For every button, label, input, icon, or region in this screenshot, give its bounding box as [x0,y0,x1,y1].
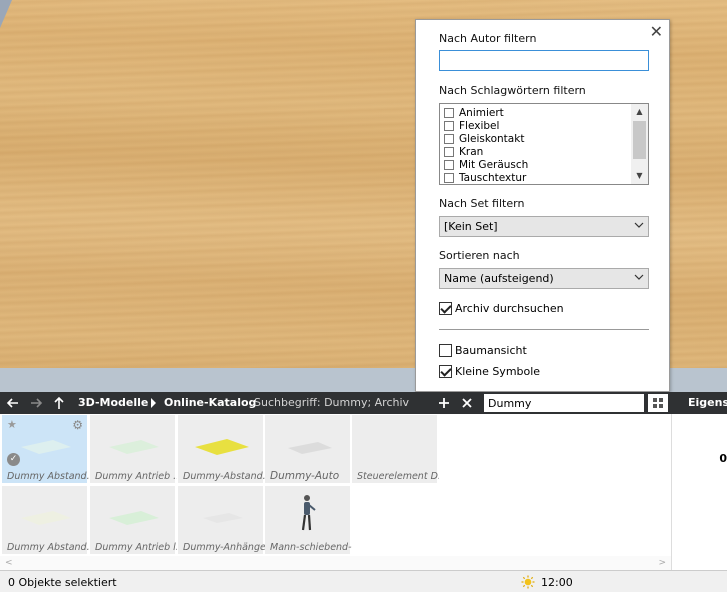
scroll-up-icon[interactable]: ▲ [631,105,648,119]
tag-checkbox[interactable] [444,159,454,170]
sort-select[interactable]: Name (aufsteigend) [439,268,649,289]
time-display[interactable]: 12:00 [541,576,573,589]
catalog-item[interactable]: Mann-schiebend-... [265,486,352,554]
person-figure-icon [301,495,316,531]
checkbox-unchecked-icon[interactable] [439,344,452,357]
catalog-grid: ★ ⚙ ✓ Dummy Abstand... Dummy Antrieb ...… [0,414,671,570]
search-term-label: Suchbegriff: Dummy; Archiv [254,396,410,409]
breadcrumb-online-catalog[interactable]: Online-Katalog [164,396,256,409]
scroll-right-icon[interactable]: > [658,556,666,570]
scroll-down-icon[interactable]: ▼ [631,169,648,183]
tag-item[interactable]: Mit Geräusch [444,158,528,171]
tag-list-scrollbar[interactable]: ▲ ▼ [631,104,648,184]
scroll-left-icon[interactable]: < [5,556,13,570]
set-filter-value: [Kein Set] [444,220,498,233]
plus-icon[interactable] [436,395,452,411]
tag-item[interactable]: Gleiskontakt [444,132,528,145]
author-filter-label: Nach Autor filtern [439,32,537,45]
catalog-item[interactable]: Steuerelement D... [352,415,439,483]
archive-search-checkbox[interactable]: Archiv durchsuchen [439,302,564,315]
checkbox-checked-icon[interactable] [439,365,452,378]
catalog-item[interactable]: Dummy Abstand... [2,486,89,554]
catalog-item[interactable]: Dummy Antrieb ... [90,415,177,483]
tag-filter-label: Nach Schlagwörtern filtern [439,84,586,97]
tag-checkbox[interactable] [444,120,454,131]
set-filter-label: Nach Set filtern [439,197,525,210]
properties-panel: 0 [671,414,727,570]
catalog-item[interactable]: Dummy-Auto [265,415,350,483]
tag-checkbox[interactable] [444,146,454,157]
model-thumbnail [20,440,71,454]
model-thumbnail [194,439,249,455]
author-filter-input[interactable] [439,50,649,71]
gear-icon[interactable]: ⚙ [72,418,83,432]
sun-icon[interactable] [521,575,535,589]
filter-panel: ✕ Nach Autor filtern Nach Schlagwörtern … [415,19,670,392]
chevron-down-icon [634,222,644,228]
sort-value: Name (aufsteigend) [444,272,554,285]
forward-arrow-icon[interactable] [28,395,44,411]
model-thumbnail [108,511,159,525]
close-icon[interactable] [459,395,475,411]
model-thumbnail [287,442,332,454]
chevron-down-icon [634,274,644,280]
catalog-horizontal-scrollbar[interactable]: < > [0,556,671,570]
tag-item[interactable]: Kran [444,145,528,158]
catalog-item[interactable]: ★ ⚙ ✓ Dummy Abstand... [2,415,89,483]
sort-label: Sortieren nach [439,249,520,262]
viewport-corner [0,0,12,28]
set-filter-select[interactable]: [Kein Set] [439,216,649,237]
scroll-thumb[interactable] [633,121,646,159]
small-icons-checkbox[interactable]: Kleine Symbole [439,365,540,378]
close-icon[interactable]: ✕ [650,22,663,41]
properties-value: 0 [719,452,727,465]
properties-panel-title: Eigensc [673,392,727,414]
catalog-item[interactable]: Dummy-Anhänger [178,486,265,554]
catalog-item[interactable]: Dummy-Abstand... [178,415,265,483]
tree-view-checkbox[interactable]: Baumansicht [439,344,527,357]
tag-checkbox[interactable] [444,107,454,118]
catalog-search-input[interactable] [484,394,644,412]
model-thumbnail [202,513,243,523]
model-thumbnail [108,440,159,454]
breadcrumb-separator-icon [151,398,156,408]
tag-item[interactable]: Tauschtextur [444,171,528,184]
star-icon[interactable]: ★ [7,418,17,431]
up-arrow-icon[interactable] [51,395,67,411]
tag-checkbox[interactable] [444,172,454,183]
grid-icon [653,398,663,408]
selection-count: 0 Objekte selektiert [8,576,117,589]
divider [439,329,649,330]
status-bar: 0 Objekte selektiert 12:00 [0,570,727,592]
breadcrumb-3d-models[interactable]: 3D-Modelle [78,396,148,409]
model-thumbnail [20,511,71,525]
tag-checkbox[interactable] [444,133,454,144]
checkmark-icon: ✓ [7,453,20,466]
tag-filter-list[interactable]: Animiert Flexibel Gleiskontakt Kran Mit … [439,103,649,185]
tag-item[interactable]: Animiert [444,106,528,119]
view-mode-button[interactable] [648,394,668,412]
checkbox-checked-icon[interactable] [439,302,452,315]
tag-item[interactable]: Flexibel [444,119,528,132]
back-arrow-icon[interactable] [5,395,21,411]
catalog-toolbar: 3D-Modelle Online-Katalog Suchbegriff: D… [0,392,727,414]
catalog-item[interactable]: Dummy Antrieb l... [90,486,177,554]
